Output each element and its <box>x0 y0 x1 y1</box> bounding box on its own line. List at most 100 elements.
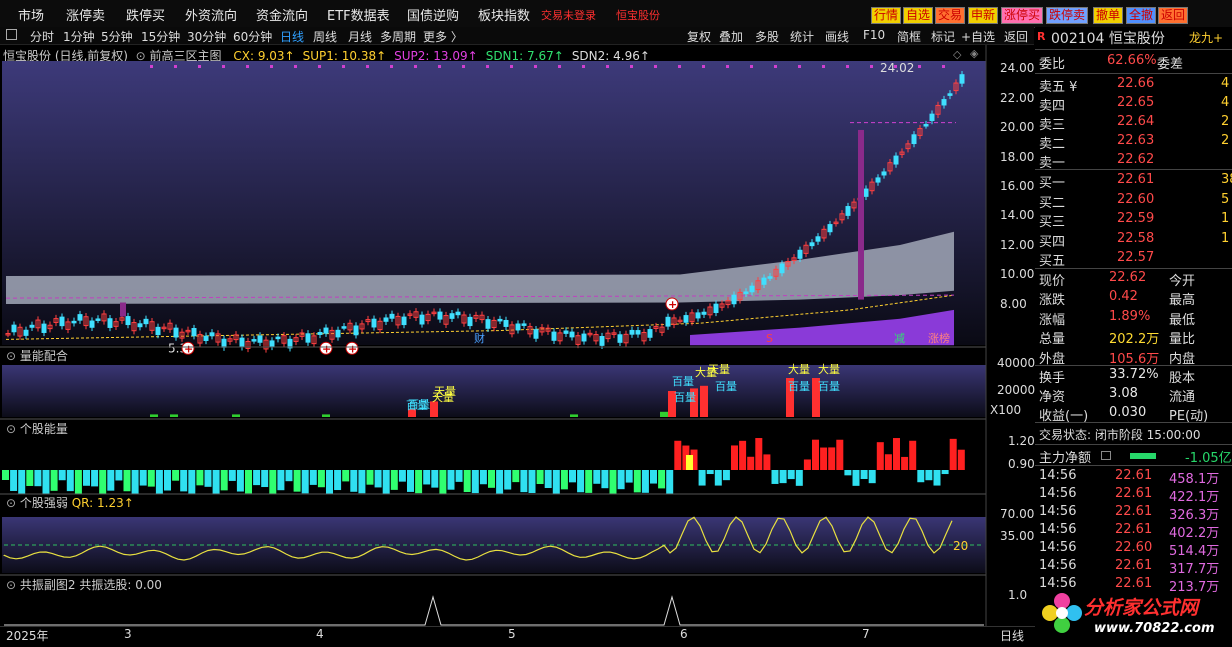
quick-button-1[interactable]: 自选 <box>903 7 934 24</box>
volume-bar <box>700 385 708 417</box>
energy-bar <box>423 470 431 485</box>
tool-button-8[interactable]: +自选 <box>961 28 995 45</box>
tick-price-5: 22.61 <box>1115 558 1153 573</box>
volume-tag: 百量 <box>715 380 737 393</box>
quick-button-3[interactable]: 申新 <box>968 7 999 24</box>
menu-repo[interactable]: 国债逆购 <box>407 5 459 24</box>
menu-etf-table[interactable]: ETF数据表 <box>327 5 390 24</box>
energy-bar <box>334 470 342 491</box>
energy-bar <box>812 439 819 470</box>
period-tab-2[interactable]: 5分钟 <box>101 28 133 45</box>
book-vol-7: 1 <box>1221 211 1230 226</box>
book-label-2: 卖三 <box>1039 118 1066 133</box>
period-tab-8[interactable]: 月线 <box>348 28 372 45</box>
energy-bar <box>585 470 593 493</box>
quick-button-0[interactable]: 行情 <box>871 7 902 24</box>
quick-button-2[interactable]: 交易 <box>935 7 966 24</box>
menu-capital-flow[interactable]: 资金流向 <box>256 5 308 24</box>
tool-button-5[interactable]: F10 <box>863 28 885 42</box>
tool-button-2[interactable]: 多股 <box>755 28 779 45</box>
energy-bar <box>666 470 674 494</box>
energy-bar <box>139 470 147 486</box>
tool-button-4[interactable]: 画线 <box>825 28 849 45</box>
menu-market[interactable]: 市场 <box>18 5 44 24</box>
marker-zhangbang: 涨榜 <box>928 331 950 345</box>
top-tick <box>582 65 585 68</box>
volume-tag: 百量 <box>406 399 428 412</box>
tool-button-1[interactable]: 叠加 <box>719 28 743 45</box>
marker-jian: 减 <box>894 332 905 345</box>
stat-label2-4: 内盘 <box>1169 351 1196 367</box>
period-tab-1[interactable]: 1分钟 <box>63 28 95 45</box>
energy-bar <box>358 470 366 494</box>
menu-foreign-flow[interactable]: 外资流向 <box>185 5 237 24</box>
candle-body <box>683 315 689 323</box>
tool-button-9[interactable]: 返回 <box>1004 28 1028 45</box>
top-tick <box>150 65 153 68</box>
period-tab-5[interactable]: 60分钟 <box>233 28 272 45</box>
tool-button-3[interactable]: 统计 <box>790 28 814 45</box>
list-icon[interactable] <box>1101 451 1111 460</box>
period-tab-6[interactable]: 日线 <box>280 28 304 45</box>
period-tab-3[interactable]: 15分钟 <box>141 28 180 45</box>
energy-bar <box>496 470 504 494</box>
book-price-8: 22.58 <box>1117 230 1155 246</box>
period-tab-10[interactable]: 更多 〉 <box>423 28 463 45</box>
price-tick-8: 8.00 <box>1000 297 1027 311</box>
volume-tag: 大量 <box>788 362 810 376</box>
login-status[interactable]: 交易未登录 <box>541 7 596 23</box>
energy-bar <box>933 470 941 486</box>
period-tab-7[interactable]: 周线 <box>313 28 337 45</box>
candle-body <box>923 124 929 127</box>
candle-body <box>173 327 179 338</box>
candle-body <box>749 285 755 293</box>
panel-resonance-label: ⊙ 共振副图2 共振选股: 0.00 <box>6 578 162 592</box>
energy-bar <box>569 470 576 483</box>
stat-value-7: 0.030 <box>1109 405 1147 420</box>
candle-body <box>713 303 719 313</box>
quick-button-6[interactable]: 撤单 <box>1093 7 1124 24</box>
period-tab-4[interactable]: 30分钟 <box>187 28 226 45</box>
top-tick <box>174 65 177 68</box>
energy-bar-yellow <box>686 455 693 470</box>
stock-code: 002104 恒宝股份 <box>1051 31 1165 47</box>
period-tab-9[interactable]: 多周期 <box>380 28 416 45</box>
tool-button-0[interactable]: 复权 <box>687 28 711 45</box>
energy-bar <box>366 470 374 485</box>
chart-area[interactable]: 24.025.39+ + ++财 S 减涨榜 天量百量天量百量大量百量百量天量百量大量百… <box>0 45 1035 627</box>
x-axis-bar <box>0 626 1035 647</box>
top-tick <box>270 65 273 68</box>
candle-body <box>569 331 575 338</box>
top-tick <box>798 65 801 68</box>
quick-button-8[interactable]: 返回 <box>1158 7 1189 24</box>
menu-limit-down-buy[interactable]: 跌停买 <box>126 5 165 24</box>
energy-bar <box>382 470 390 494</box>
book-price-5: 22.61 <box>1117 172 1155 187</box>
tick-price-2: 22.61 <box>1115 504 1153 519</box>
energy-bar <box>415 470 423 494</box>
panel-toggle-icon[interactable] <box>6 29 17 40</box>
energy-bar <box>755 438 763 470</box>
stat-value-1: 0.42 <box>1109 289 1138 305</box>
tool-button-6[interactable]: 简框 <box>897 28 921 45</box>
energy-bar <box>536 470 544 485</box>
spike-small <box>120 302 126 317</box>
tick-vol-2: 326.3万 <box>1169 508 1220 523</box>
quick-button-4[interactable]: 涨停买 <box>1001 7 1044 24</box>
candle-body <box>155 326 161 336</box>
price-tick-3: 18.00 <box>1000 150 1035 164</box>
stat-label-3: 总量 <box>1039 332 1066 348</box>
quick-button-7[interactable]: 全撤 <box>1126 7 1157 24</box>
menu-limit-up-sell[interactable]: 涨停卖 <box>66 5 105 24</box>
stat-label-1: 涨跌 <box>1039 293 1066 309</box>
period-tab-0[interactable]: 分时 <box>30 28 54 45</box>
candle-body <box>497 318 503 322</box>
volume-bar <box>660 411 668 417</box>
energy-bar <box>147 470 155 487</box>
menu-sector-index[interactable]: 板块指数 <box>478 5 530 24</box>
tick-time-4: 14:56 <box>1039 540 1077 555</box>
stat-label2-2: 最低 <box>1169 312 1196 328</box>
tool-button-7[interactable]: 标记 <box>931 28 955 45</box>
quick-button-5[interactable]: 跌停卖 <box>1046 7 1089 24</box>
xaxis-period[interactable]: 日线 <box>1000 627 1024 644</box>
